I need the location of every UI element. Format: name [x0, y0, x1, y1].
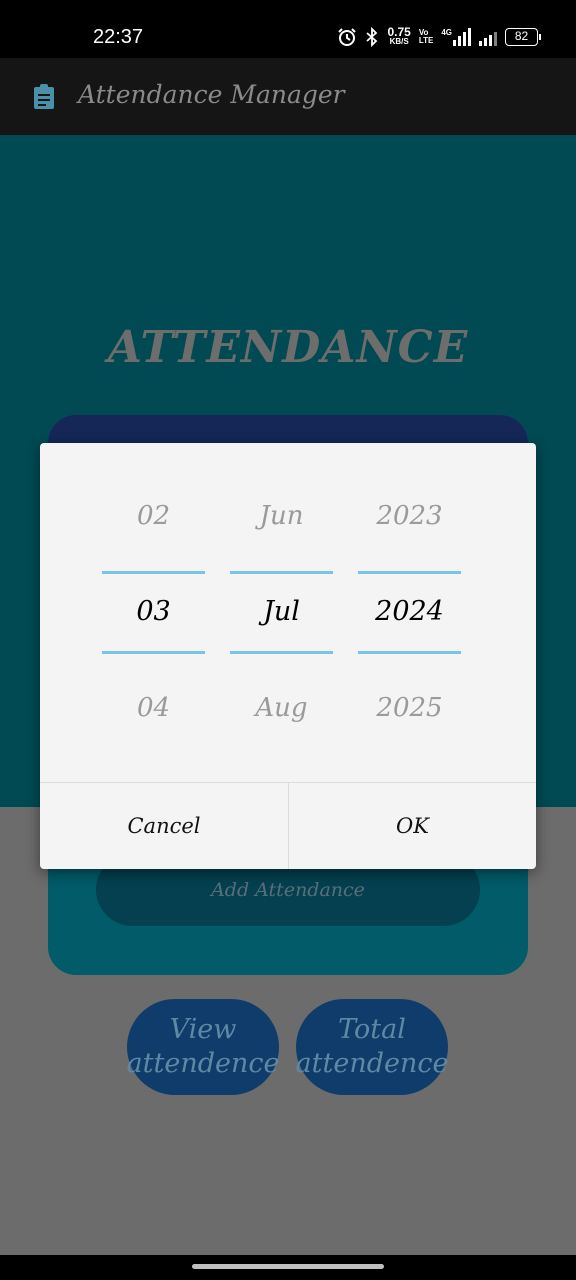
bluetooth-icon: [366, 27, 378, 47]
selection-divider: [230, 571, 333, 574]
network-speed: 0.75 KB/S: [387, 25, 411, 46]
view-button-line1: View: [169, 1014, 237, 1045]
year-selected[interactable]: 2024: [358, 596, 461, 627]
signal-bars-2-icon: [479, 28, 497, 46]
year-next[interactable]: 2025: [358, 693, 461, 723]
page-heading: ATTENDANCE: [107, 322, 469, 373]
battery-icon: 82: [505, 28, 541, 46]
date-picker-dialog: 02 03 04 Jun Jul Aug 2023 2024 2025 Canc…: [40, 443, 536, 869]
alarm-icon: [338, 28, 357, 46]
signal-4g: 4G: [441, 28, 471, 46]
selection-divider: [230, 651, 333, 654]
month-picker[interactable]: Jun Jul Aug: [230, 443, 333, 783]
signal-bars-icon: [453, 28, 471, 46]
ok-button[interactable]: OK: [289, 783, 536, 869]
status-bar: 22:37 0.75 KB/S Vo LTE 4G 82: [0, 0, 576, 58]
volte-indicator: Vo LTE: [418, 28, 434, 45]
view-button-line2: attendence: [126, 1048, 280, 1079]
selection-divider: [358, 651, 461, 654]
status-time: 22:37: [93, 26, 144, 48]
clipboard-icon: [34, 84, 54, 109]
year-picker[interactable]: 2023 2024 2025: [358, 443, 461, 783]
year-prev[interactable]: 2023: [358, 501, 461, 531]
day-picker[interactable]: 02 03 04: [102, 443, 205, 783]
total-attendance-button[interactable]: Total attendence: [296, 999, 448, 1095]
view-attendance-button[interactable]: View attendence: [127, 999, 279, 1095]
day-prev[interactable]: 02: [102, 501, 205, 531]
day-next[interactable]: 04: [102, 693, 205, 723]
selection-divider: [102, 571, 205, 574]
month-prev[interactable]: Jun: [230, 501, 333, 531]
home-gesture-bar[interactable]: [192, 1264, 384, 1269]
app-title: Attendance Manager: [78, 80, 345, 109]
month-next[interactable]: Aug: [230, 693, 333, 723]
battery-level: 82: [514, 29, 529, 43]
cancel-button[interactable]: Cancel: [40, 783, 288, 869]
day-selected[interactable]: 03: [102, 596, 205, 627]
selection-divider: [102, 651, 205, 654]
status-icons: 0.75 KB/S Vo LTE 4G 82: [337, 25, 541, 47]
month-selected[interactable]: Jul: [230, 596, 333, 627]
total-button-line1: Total: [338, 1014, 406, 1045]
selection-divider: [358, 571, 461, 574]
total-button-line2: attendence: [295, 1048, 449, 1079]
